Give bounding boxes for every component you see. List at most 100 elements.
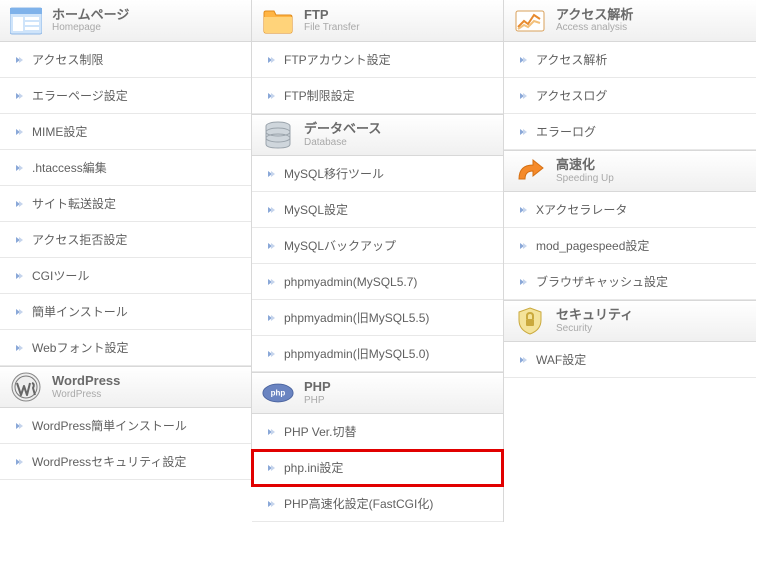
menu-item[interactable]: アクセス解析: [504, 42, 756, 78]
header-ftp: FTP File Transfer: [252, 0, 503, 42]
menu-item[interactable]: サイト転送設定: [0, 186, 251, 222]
menu-item[interactable]: FTPアカウント設定: [252, 42, 503, 78]
arrow-icon: [14, 457, 24, 467]
homepage-icon: [10, 5, 42, 37]
database-icon: [262, 119, 294, 151]
menu-item-label: CGIツール: [32, 267, 89, 284]
menu-item-label: php.ini設定: [284, 459, 343, 476]
control-panel: ホームページ Homepage アクセス制限エラーページ設定 MIME設定.hta…: [0, 0, 757, 522]
menu-item-label: アクセス拒否設定: [32, 231, 127, 248]
menu-item[interactable]: アクセスログ: [504, 78, 756, 114]
menu-item[interactable]: FTP制限設定: [252, 78, 503, 114]
arrow-icon: [266, 349, 276, 359]
header-access-analysis: アクセス解析 Access analysis: [504, 0, 756, 42]
menu-item-label: Webフォント設定: [32, 339, 128, 356]
header-homepage: ホームページ Homepage: [0, 0, 251, 42]
menu-item[interactable]: CGIツール: [0, 258, 251, 294]
arrow-icon: [266, 499, 276, 509]
menu-item[interactable]: phpmyadmin(旧MySQL5.5): [252, 300, 503, 336]
column-3: アクセス解析 Access analysis アクセス解析アクセスログエラーログ…: [504, 0, 756, 378]
arrow-icon: [14, 271, 24, 281]
menu-item-label: WordPressセキュリティ設定: [32, 453, 186, 470]
menu-item[interactable]: アクセス制限: [0, 42, 251, 78]
menu-item[interactable]: 簡単インストール: [0, 294, 251, 330]
arrow-icon: [266, 241, 276, 251]
menu-item[interactable]: MIME設定: [0, 114, 251, 150]
menu-item[interactable]: phpmyadmin(MySQL5.7): [252, 264, 503, 300]
header-title: セキュリティ: [556, 308, 633, 322]
header-subtitle: Access analysis: [556, 22, 633, 33]
ftp-icon: [262, 5, 294, 37]
header-title: ホームページ: [52, 8, 129, 22]
arrow-icon: [266, 463, 276, 473]
menu-item-label: ブラウザキャッシュ設定: [536, 273, 668, 290]
menu-item[interactable]: php.ini設定: [252, 450, 503, 486]
php-icon: php: [262, 377, 294, 409]
arrow-icon: [14, 91, 24, 101]
svg-text:php: php: [271, 389, 286, 398]
arrow-icon: [266, 277, 276, 287]
arrow-icon: [14, 199, 24, 209]
menu-item-label: 簡単インストール: [32, 303, 128, 320]
menu-item-label: phpmyadmin(MySQL5.7): [284, 275, 417, 289]
menu-item-label: FTPアカウント設定: [284, 51, 391, 68]
menu-item[interactable]: WordPress簡単インストール: [0, 408, 251, 444]
arrow-icon: [518, 127, 528, 137]
arrow-icon: [518, 277, 528, 287]
menu-item-label: phpmyadmin(旧MySQL5.5): [284, 309, 429, 326]
menu-item[interactable]: .htaccess編集: [0, 150, 251, 186]
menu-item[interactable]: エラーログ: [504, 114, 756, 150]
header-speedup: 高速化 Speeding Up: [504, 150, 756, 192]
arrow-icon: [14, 127, 24, 137]
menu-item-label: WAF設定: [536, 351, 586, 368]
menu-item[interactable]: MySQLバックアップ: [252, 228, 503, 264]
menu-item[interactable]: Xアクセラレータ: [504, 192, 756, 228]
menu-item[interactable]: mod_pagespeed設定: [504, 228, 756, 264]
menu-item-label: FTP制限設定: [284, 87, 355, 104]
header-title: データベース: [304, 122, 381, 136]
header-title: 高速化: [556, 158, 614, 172]
menu-item-label: エラーページ設定: [32, 87, 128, 104]
menu-item-label: mod_pagespeed設定: [536, 237, 649, 254]
menu-item[interactable]: PHP Ver.切替: [252, 414, 503, 450]
arrow-icon: [518, 355, 528, 365]
header-subtitle: Speeding Up: [556, 173, 614, 184]
menu-item-label: MySQLバックアップ: [284, 237, 396, 254]
menu-item-label: アクセス解析: [536, 51, 607, 68]
arrow-icon: [266, 55, 276, 65]
menu-item-label: MySQL移行ツール: [284, 165, 384, 182]
menu-item[interactable]: MySQL移行ツール: [252, 156, 503, 192]
header-wordpress: WordPress WordPress: [0, 366, 251, 408]
menu-item[interactable]: アクセス拒否設定: [0, 222, 251, 258]
menu-item-label: phpmyadmin(旧MySQL5.0): [284, 345, 429, 362]
menu-item[interactable]: Webフォント設定: [0, 330, 251, 366]
menu-item[interactable]: WordPressセキュリティ設定: [0, 444, 251, 480]
arrow-icon: [14, 55, 24, 65]
menu-item-label: MySQL設定: [284, 201, 348, 218]
menu-item-label: PHP高速化設定(FastCGI化): [284, 495, 433, 512]
menu-item[interactable]: phpmyadmin(旧MySQL5.0): [252, 336, 503, 372]
column-2: FTP File Transfer FTPアカウント設定 FTP制限設定 データベ…: [252, 0, 504, 522]
menu-item-label: WordPress簡単インストール: [32, 417, 187, 434]
menu-item-label: エラーログ: [536, 123, 596, 140]
header-subtitle: Homepage: [52, 22, 129, 33]
menu-item[interactable]: WAF設定: [504, 342, 756, 378]
header-subtitle: File Transfer: [304, 22, 360, 33]
header-title: FTP: [304, 8, 360, 22]
shield-icon: [514, 305, 546, 337]
arrow-icon: [266, 169, 276, 179]
header-subtitle: PHP: [304, 395, 331, 406]
arrow-icon: [266, 313, 276, 323]
menu-item-label: アクセスログ: [536, 87, 607, 104]
header-subtitle: Security: [556, 323, 633, 334]
arrow-icon: [14, 343, 24, 353]
arrow-icon: [518, 205, 528, 215]
menu-item-label: PHP Ver.切替: [284, 423, 356, 440]
chart-icon: [514, 5, 546, 37]
menu-item[interactable]: ブラウザキャッシュ設定: [504, 264, 756, 300]
menu-item[interactable]: エラーページ設定: [0, 78, 251, 114]
arrow-icon: [266, 205, 276, 215]
menu-item[interactable]: MySQL設定: [252, 192, 503, 228]
menu-item[interactable]: PHP高速化設定(FastCGI化): [252, 486, 503, 522]
menu-item-label: Xアクセラレータ: [536, 201, 627, 218]
